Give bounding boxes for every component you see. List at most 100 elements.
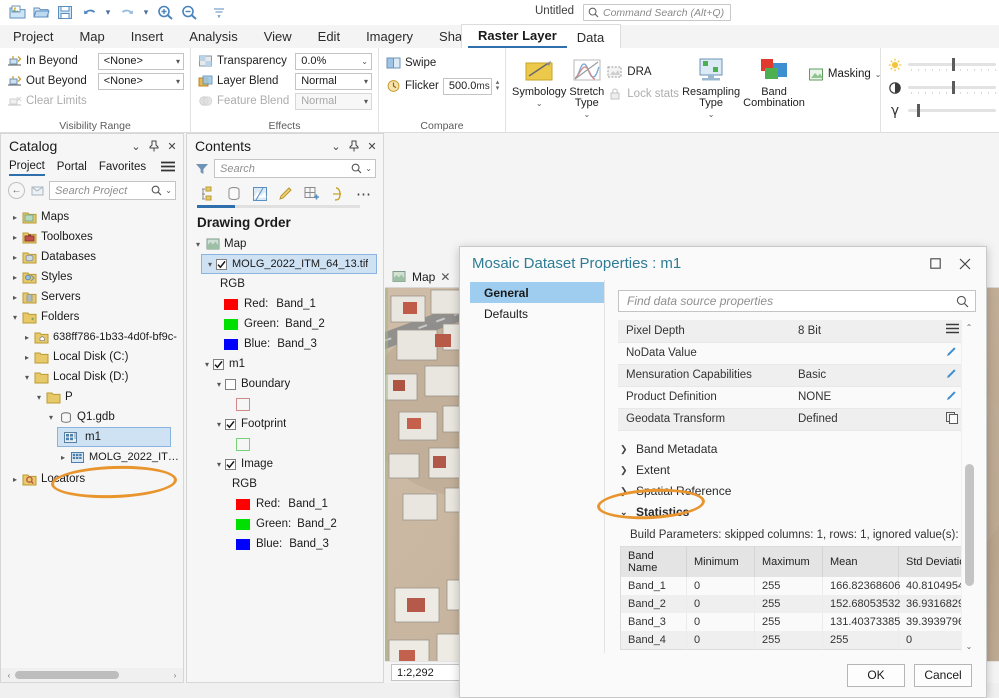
table-row[interactable]: Mensuration Capabilities Basic xyxy=(618,364,961,386)
transparency-combo[interactable]: 0.0% ⌄ xyxy=(295,53,372,70)
catalog-item-p-folder[interactable]: ▾ P xyxy=(1,387,183,407)
contents-item-m1[interactable]: ▾ m1 xyxy=(187,354,383,374)
contents-item-molg-tif[interactable]: ▾ MOLG_2022_ITM_64_13.tif xyxy=(201,254,377,274)
section-spatial-reference[interactable]: ❯ Spatial Reference xyxy=(618,481,961,502)
close-icon[interactable]: ✕ xyxy=(165,138,179,154)
catalog-search-input[interactable]: Search Project ⌄ xyxy=(49,181,176,200)
resampling-type-button[interactable]: Resampling Type ⌄ xyxy=(682,54,740,119)
tab-data[interactable]: Data xyxy=(567,28,614,48)
flicker-input[interactable]: 500.0 ms xyxy=(443,78,492,95)
contrast-slider[interactable] xyxy=(908,86,996,89)
contents-tree[interactable]: ▾ Map ▾ MOLG_2022_ITM_64_13.tif RGB xyxy=(187,234,383,682)
redo-dropdown-icon[interactable]: ▾ xyxy=(140,3,152,23)
expander-collapsed-icon[interactable]: ▸ xyxy=(9,293,21,302)
list-by-labeling-icon[interactable] xyxy=(327,184,349,204)
back-icon[interactable]: ← xyxy=(8,182,25,199)
catalog-tab-portal[interactable]: Portal xyxy=(57,161,87,175)
contents-item-image[interactable]: ▾ Image xyxy=(187,454,383,474)
expander-expanded-icon[interactable]: ▾ xyxy=(45,413,57,422)
table-row[interactable]: Band_2 0 255 152.68053532 36.931682902 xyxy=(621,595,962,613)
table-row[interactable]: Band_1 0 255 166.82368606 40.810495472 xyxy=(621,577,962,595)
layer-blend-combo[interactable]: Normal ▾ xyxy=(295,73,372,90)
masking-label[interactable]: Masking xyxy=(828,68,871,80)
undo-dropdown-icon[interactable]: ▾ xyxy=(102,3,114,23)
expander-expanded-icon[interactable]: ▾ xyxy=(33,393,45,402)
table-row[interactable]: NoData Value xyxy=(618,342,961,364)
flicker-spinner[interactable]: ▴▾ xyxy=(496,80,500,92)
edit-pencil-icon[interactable] xyxy=(935,342,961,364)
catalog-item-maps[interactable]: ▸ Maps xyxy=(1,207,183,227)
contents-search-input[interactable]: Search ⌄ xyxy=(214,159,376,178)
edit-pencil-icon[interactable] xyxy=(935,386,961,408)
scrollbar-track[interactable] xyxy=(962,334,977,639)
maximize-icon[interactable] xyxy=(920,251,950,277)
pin-icon[interactable] xyxy=(347,138,361,154)
boundary-checkbox[interactable] xyxy=(225,379,236,390)
catalog-tab-favorites[interactable]: Favorites xyxy=(99,161,146,175)
in-beyond-combo[interactable]: <None> ▾ xyxy=(98,53,184,70)
expander-expanded-icon[interactable]: ▾ xyxy=(213,380,225,389)
in-beyond-button[interactable]: In Beyond xyxy=(6,53,94,69)
tab-view[interactable]: View xyxy=(251,27,305,48)
out-beyond-button[interactable]: Out Beyond xyxy=(6,73,94,89)
section-band-metadata[interactable]: ❯ Band Metadata xyxy=(618,439,961,460)
tab-raster-layer[interactable]: Raster Layer xyxy=(468,26,567,48)
dra-button[interactable]: DRA xyxy=(607,64,679,80)
gamma-slider-thumb[interactable] xyxy=(917,104,920,117)
table-row[interactable]: Geodata Transform Defined xyxy=(618,408,961,430)
expander-expanded-icon[interactable]: ▾ xyxy=(213,420,225,429)
close-icon[interactable] xyxy=(950,251,980,277)
expander-expanded-icon[interactable]: ▾ xyxy=(213,460,225,469)
scroll-left-icon[interactable]: ‹ xyxy=(3,671,15,680)
out-beyond-combo[interactable]: <None> ▾ xyxy=(98,73,184,90)
dialog-nav-defaults[interactable]: Defaults xyxy=(470,303,604,324)
close-icon[interactable]: ✕ xyxy=(365,138,379,154)
expander-expanded-icon[interactable]: ▾ xyxy=(204,260,216,269)
list-by-drawing-order-icon[interactable] xyxy=(197,184,219,204)
zoom-out-icon[interactable] xyxy=(178,2,200,24)
panel-menu-chevron-icon[interactable]: ⌄ xyxy=(129,138,143,154)
catalog-item-folders[interactable]: ▾ Folders xyxy=(1,307,183,327)
table-row[interactable]: Product Definition NONE xyxy=(618,386,961,408)
section-extent[interactable]: ❯ Extent xyxy=(618,460,961,481)
tab-insert[interactable]: Insert xyxy=(118,27,177,48)
contents-item-footprint[interactable]: ▾ Footprint xyxy=(187,414,383,434)
chevron-down-icon[interactable]: ⌄ xyxy=(708,110,715,119)
catalog-item-locators[interactable]: ▸ Locators xyxy=(1,469,183,489)
expander-collapsed-icon[interactable]: ▸ xyxy=(9,253,21,262)
list-by-editing-icon[interactable] xyxy=(275,184,297,204)
section-statistics[interactable]: ⌄ Statistics xyxy=(618,502,961,523)
contents-item-boundary[interactable]: ▾ Boundary xyxy=(187,374,383,394)
scrollbar-thumb[interactable] xyxy=(15,671,119,679)
expander-collapsed-icon[interactable]: ▸ xyxy=(9,233,21,242)
tab-project[interactable]: Project xyxy=(0,27,66,48)
redo-icon[interactable] xyxy=(116,2,138,24)
transparency-button[interactable]: Transparency xyxy=(197,53,291,69)
catalog-item-guid-folder[interactable]: ▸ 638ff786-1b33-4d0f-bf9c- xyxy=(1,327,183,347)
layer-blend-button[interactable]: Layer Blend xyxy=(197,73,291,89)
list-by-data-source-icon[interactable] xyxy=(223,184,245,204)
ok-button[interactable]: OK xyxy=(847,664,905,687)
expander-collapsed-icon[interactable]: ▸ xyxy=(9,213,21,222)
brightness-slider[interactable] xyxy=(908,63,996,66)
more-options-icon[interactable]: ⋯ xyxy=(353,184,375,204)
swipe-button[interactable]: Swipe xyxy=(385,55,436,71)
catalog-item-databases[interactable]: ▸ Databases xyxy=(1,247,183,267)
gamma-slider[interactable] xyxy=(908,109,996,112)
customize-qat-icon[interactable] xyxy=(208,2,230,24)
panel-menu-chevron-icon[interactable]: ⌄ xyxy=(329,138,343,154)
chevron-down-icon[interactable]: ⌄ xyxy=(584,110,591,119)
expander-collapsed-icon[interactable]: ▸ xyxy=(9,475,21,484)
tab-analysis[interactable]: Analysis xyxy=(176,27,250,48)
table-row[interactable]: Pixel Depth 8 Bit xyxy=(618,320,961,342)
tab-imagery[interactable]: Imagery xyxy=(353,27,426,48)
flicker-button[interactable]: Flicker xyxy=(385,78,439,94)
brightness-slider-thumb[interactable] xyxy=(952,58,955,71)
expander-expanded-icon[interactable]: ▾ xyxy=(192,240,204,249)
stretch-type-button[interactable]: Stretch Type ⌄ xyxy=(569,54,604,119)
list-by-snapping-icon[interactable] xyxy=(301,184,323,204)
expander-collapsed-icon[interactable]: ▸ xyxy=(21,333,33,342)
catalog-item-toolboxes[interactable]: ▸ Toolboxes xyxy=(1,227,183,247)
layer-checkbox[interactable] xyxy=(216,259,227,270)
tab-edit[interactable]: Edit xyxy=(305,27,353,48)
